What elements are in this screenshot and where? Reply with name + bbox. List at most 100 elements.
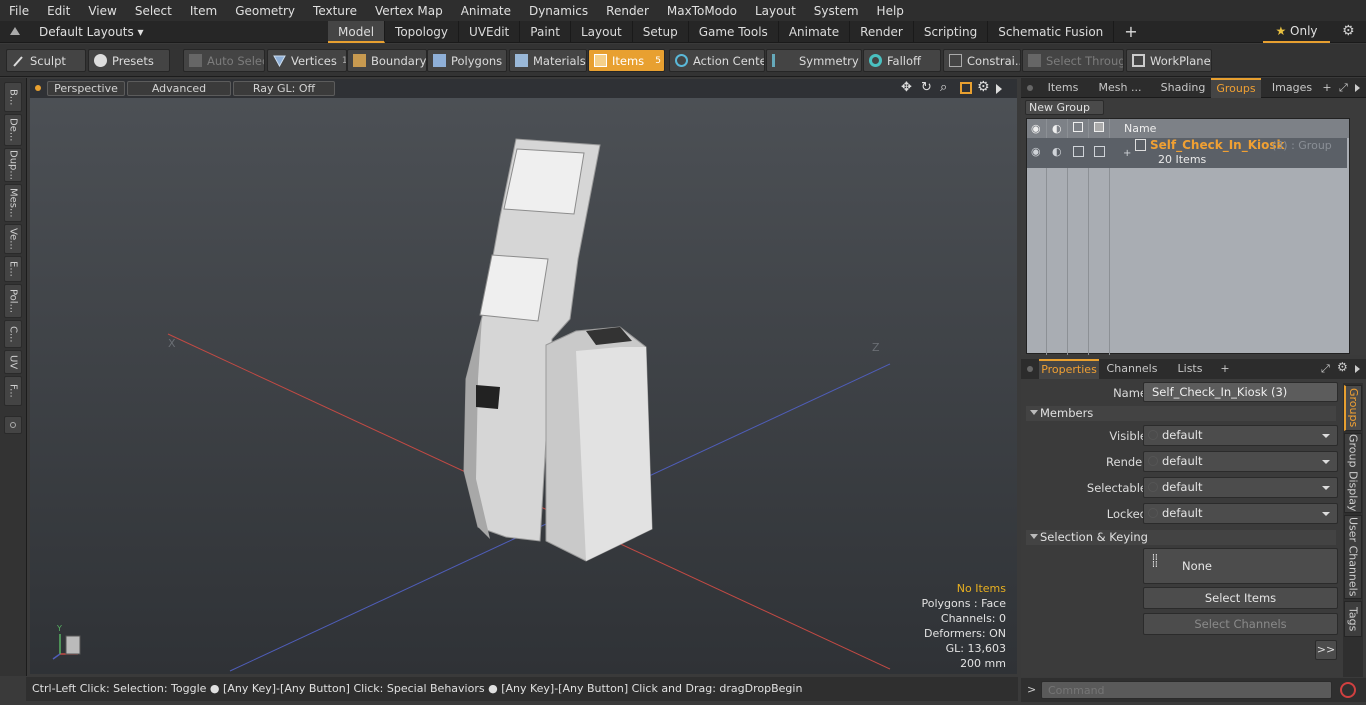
side-tab-groups[interactable]: Groups	[1344, 385, 1362, 431]
tab-groups[interactable]: Groups	[1211, 78, 1261, 98]
row-lock-box[interactable]	[1094, 146, 1105, 157]
raygl-button[interactable]: Ray GL: Off	[233, 81, 335, 96]
none-selector-button[interactable]: ⁞⁞ ⁞⁞ None	[1143, 548, 1338, 584]
only-toggle[interactable]: ★ Only	[1263, 21, 1330, 43]
menu-vertex-map[interactable]: Vertex Map	[366, 4, 452, 18]
gear-icon[interactable]: ⚙	[1342, 23, 1355, 39]
tab-images[interactable]: Images	[1267, 78, 1317, 98]
tab-animate[interactable]: Animate	[779, 21, 851, 43]
left-tab-curve[interactable]: C...	[4, 320, 22, 348]
left-tab-fusion[interactable]: F...	[4, 376, 22, 406]
menu-select[interactable]: Select	[126, 4, 181, 18]
select-through-button[interactable]: Select Through	[1022, 49, 1124, 72]
row-eye-icon[interactable]: ◉	[1031, 145, 1041, 158]
tab-paint[interactable]: Paint	[520, 21, 571, 43]
tab-shading[interactable]: Shading	[1155, 78, 1211, 98]
tab-render[interactable]: Render	[850, 21, 914, 43]
tab-schematic-fusion[interactable]: Schematic Fusion	[988, 21, 1115, 43]
tab-properties[interactable]: Properties	[1039, 359, 1099, 379]
action-center-button[interactable]: Action Center	[669, 49, 765, 72]
visible-select[interactable]: default	[1143, 425, 1338, 446]
perspective-button[interactable]: Perspective	[47, 81, 125, 96]
panel-arrow-icon[interactable]	[1355, 84, 1360, 92]
more-button[interactable]: >>	[1315, 640, 1337, 660]
layout-arrow-icon[interactable]	[10, 27, 20, 35]
select-channels-button[interactable]: Select Channels	[1143, 613, 1338, 635]
panel-menu-icon[interactable]	[1027, 85, 1033, 91]
kiosk-model[interactable]	[463, 138, 653, 562]
tab-game-tools[interactable]: Game Tools	[689, 21, 779, 43]
left-strip-toggle[interactable]	[4, 416, 22, 434]
tab-model[interactable]: Model	[328, 21, 386, 43]
sculpt-button[interactable]: Sculpt	[6, 49, 86, 72]
selection-keying-section[interactable]: Selection & Keying	[1026, 530, 1336, 545]
rotate-icon[interactable]: ↻	[921, 80, 932, 95]
eye-icon[interactable]: ◉	[1031, 122, 1041, 135]
tab-mesh[interactable]: Mesh ...	[1089, 78, 1151, 98]
tab-lists[interactable]: Lists	[1167, 359, 1213, 379]
props-expand-icon[interactable]: ⤢	[1321, 362, 1330, 376]
menu-item[interactable]: Item	[181, 4, 226, 18]
tab-channels[interactable]: Channels	[1105, 359, 1159, 379]
props-arrow-icon[interactable]	[1355, 365, 1360, 373]
items-button[interactable]: Items 5	[588, 49, 665, 72]
falloff-button[interactable]: Falloff	[863, 49, 941, 72]
menu-texture[interactable]: Texture	[304, 4, 366, 18]
3d-viewport[interactable]: Perspective Advanced Ray GL: Off ✥ ↻ ⌕ ⚙…	[30, 79, 1017, 674]
list-scrollbar[interactable]	[1351, 118, 1363, 354]
constraints-button[interactable]: Constrai...	[943, 49, 1021, 72]
side-tab-user-channels[interactable]: User Channels	[1344, 515, 1362, 599]
tab-topology[interactable]: Topology	[385, 21, 460, 43]
add-props-tab-button[interactable]: +	[1219, 359, 1231, 379]
vertices-button[interactable]: Vertices1	[267, 49, 347, 72]
left-tab-basic[interactable]: B...	[4, 82, 22, 112]
row-select-box[interactable]	[1073, 146, 1084, 157]
tab-uvedit[interactable]: UVEdit	[459, 21, 521, 43]
layouts-dropdown[interactable]: Default Layouts ▾	[39, 25, 144, 39]
add-panel-tab-button[interactable]: +	[1321, 78, 1333, 98]
members-section[interactable]: Members	[1026, 406, 1336, 421]
expand-icon[interactable]: ⤢	[1339, 81, 1348, 95]
menu-system[interactable]: System	[805, 4, 868, 18]
record-icon[interactable]	[1340, 682, 1356, 698]
tab-layout[interactable]: Layout	[571, 21, 633, 43]
menu-view[interactable]: View	[79, 4, 125, 18]
tab-items[interactable]: Items	[1041, 78, 1085, 98]
render-icon[interactable]: ◐	[1052, 122, 1062, 135]
maximize-icon[interactable]	[960, 82, 972, 94]
left-tab-vertex[interactable]: Ve...	[4, 224, 22, 254]
symmetry-button[interactable]: Symmetry	[766, 49, 862, 72]
presets-button[interactable]: Presets	[88, 49, 170, 72]
row-render-icon[interactable]: ◐	[1052, 145, 1062, 158]
left-tab-mesh-edit[interactable]: Mes...	[4, 184, 22, 222]
pan-icon[interactable]: ✥	[901, 80, 912, 95]
viewport-menu-icon[interactable]	[35, 85, 41, 91]
menu-animate[interactable]: Animate	[452, 4, 520, 18]
menu-layout[interactable]: Layout	[746, 4, 805, 18]
command-input[interactable]	[1041, 681, 1332, 699]
viewport-expand-icon[interactable]	[996, 84, 1002, 94]
menu-edit[interactable]: Edit	[38, 4, 79, 18]
left-tab-duplicate[interactable]: Dup...	[4, 148, 22, 182]
selectable-select[interactable]: default	[1143, 477, 1338, 498]
select-cube-icon[interactable]	[1073, 122, 1083, 132]
render-select[interactable]: default	[1143, 451, 1338, 472]
zoom-icon[interactable]: ⌕	[940, 80, 947, 95]
workplane-button[interactable]: WorkPlane	[1126, 49, 1212, 72]
menu-render[interactable]: Render	[597, 4, 658, 18]
tab-scripting[interactable]: Scripting	[914, 21, 989, 43]
tab-setup[interactable]: Setup	[633, 21, 689, 43]
name-field[interactable]: Self_Check_In_Kiosk (3)	[1143, 382, 1338, 402]
select-items-button[interactable]: Select Items	[1143, 587, 1338, 609]
side-tab-tags[interactable]: Tags	[1344, 601, 1362, 637]
menu-maxtomodo[interactable]: MaxToModo	[658, 4, 746, 18]
polygons-button[interactable]: Polygons	[427, 49, 507, 72]
new-group-button[interactable]: New Group	[1025, 100, 1104, 115]
menu-help[interactable]: Help	[868, 4, 913, 18]
locked-select[interactable]: default	[1143, 503, 1338, 524]
auto-select-button[interactable]: Auto Select	[183, 49, 265, 72]
left-tab-edge[interactable]: E...	[4, 256, 22, 282]
viewport-gear-icon[interactable]: ⚙	[977, 79, 990, 95]
expand-plus-icon[interactable]: +	[1123, 148, 1131, 159]
menu-file[interactable]: File	[0, 4, 38, 18]
